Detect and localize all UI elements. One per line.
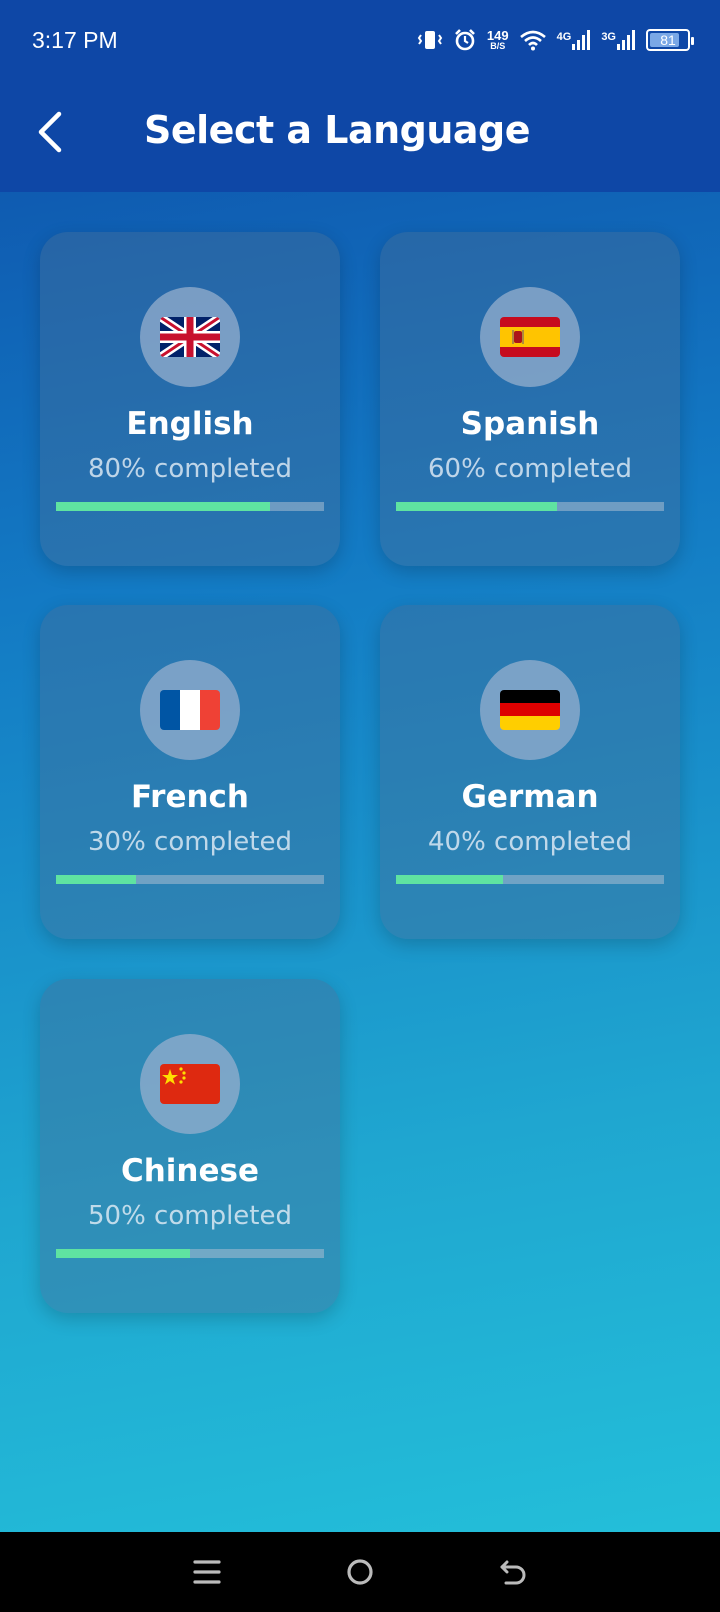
- progress-fill: [56, 502, 271, 511]
- progress-fill: [396, 875, 504, 884]
- signal-icon: [616, 29, 636, 51]
- language-name: German: [461, 779, 599, 815]
- alarm-icon: [453, 28, 477, 52]
- progress-fill: [396, 502, 557, 511]
- language-card-chinese[interactable]: Chinese 50% completed: [40, 979, 340, 1313]
- language-name: Chinese: [120, 1153, 260, 1189]
- status-bar: 3:17 PM 149 B/S 4G 3G 81: [0, 0, 720, 80]
- progress-text: 60% completed: [427, 454, 632, 484]
- signal-group-1: 4G: [557, 29, 592, 51]
- language-card-spanish[interactable]: Spanish 60% completed: [380, 232, 680, 566]
- progress-text: 30% completed: [87, 827, 292, 857]
- chevron-left-icon: [38, 111, 62, 153]
- battery-icon: 81: [646, 29, 694, 51]
- signal-group-2: 3G: [601, 29, 636, 51]
- progress-bar: [56, 875, 324, 884]
- progress-fill: [56, 875, 137, 884]
- progress-fill: [56, 1249, 190, 1258]
- progress-text: 50% completed: [87, 1201, 292, 1231]
- flag-badge: [480, 660, 580, 760]
- battery-level: 81: [660, 32, 676, 48]
- france-flag-icon: [160, 690, 220, 730]
- flag-badge: [480, 287, 580, 387]
- status-icons: 149 B/S 4G 3G 81: [417, 28, 694, 52]
- language-card-german[interactable]: German 40% completed: [380, 605, 680, 939]
- language-card-english[interactable]: English 80% completed: [40, 232, 340, 566]
- menu-button[interactable]: [182, 1547, 232, 1597]
- progress-bar: [56, 502, 324, 511]
- spain-flag-icon: [500, 317, 560, 357]
- uk-flag-icon: [160, 317, 220, 357]
- signal-label-2: 3G: [601, 31, 616, 43]
- flag-badge: [140, 1034, 240, 1134]
- progress-text: 40% completed: [427, 827, 632, 857]
- vibrate-icon: [417, 29, 443, 51]
- app-header: Select a Language: [0, 80, 720, 192]
- flag-badge: [140, 287, 240, 387]
- germany-flag-icon: [500, 690, 560, 730]
- net-speed-unit: B/S: [490, 41, 506, 51]
- signal-label-1: 4G: [556, 31, 572, 43]
- progress-text: 80% completed: [87, 454, 292, 484]
- flag-badge: [140, 660, 240, 760]
- china-flag-icon: [160, 1064, 220, 1104]
- home-icon: [347, 1559, 373, 1585]
- system-nav-bar: [0, 1532, 720, 1612]
- home-button[interactable]: [335, 1547, 385, 1597]
- status-time: 3:17 PM: [32, 26, 118, 53]
- language-name: French: [130, 779, 250, 815]
- net-speed: 149 B/S: [487, 29, 509, 51]
- signal-icon: [571, 29, 591, 51]
- back-nav-button[interactable]: [488, 1547, 538, 1597]
- back-icon: [500, 1560, 526, 1585]
- page-title: Select a Language: [144, 108, 531, 152]
- language-name: Spanish: [460, 406, 600, 442]
- progress-bar: [56, 1249, 324, 1258]
- wifi-icon: [519, 29, 547, 51]
- progress-bar: [396, 875, 664, 884]
- back-button[interactable]: [26, 108, 74, 156]
- language-name: English: [126, 406, 254, 442]
- menu-icon: [193, 1560, 221, 1584]
- progress-bar: [396, 502, 664, 511]
- language-card-french[interactable]: French 30% completed: [40, 605, 340, 939]
